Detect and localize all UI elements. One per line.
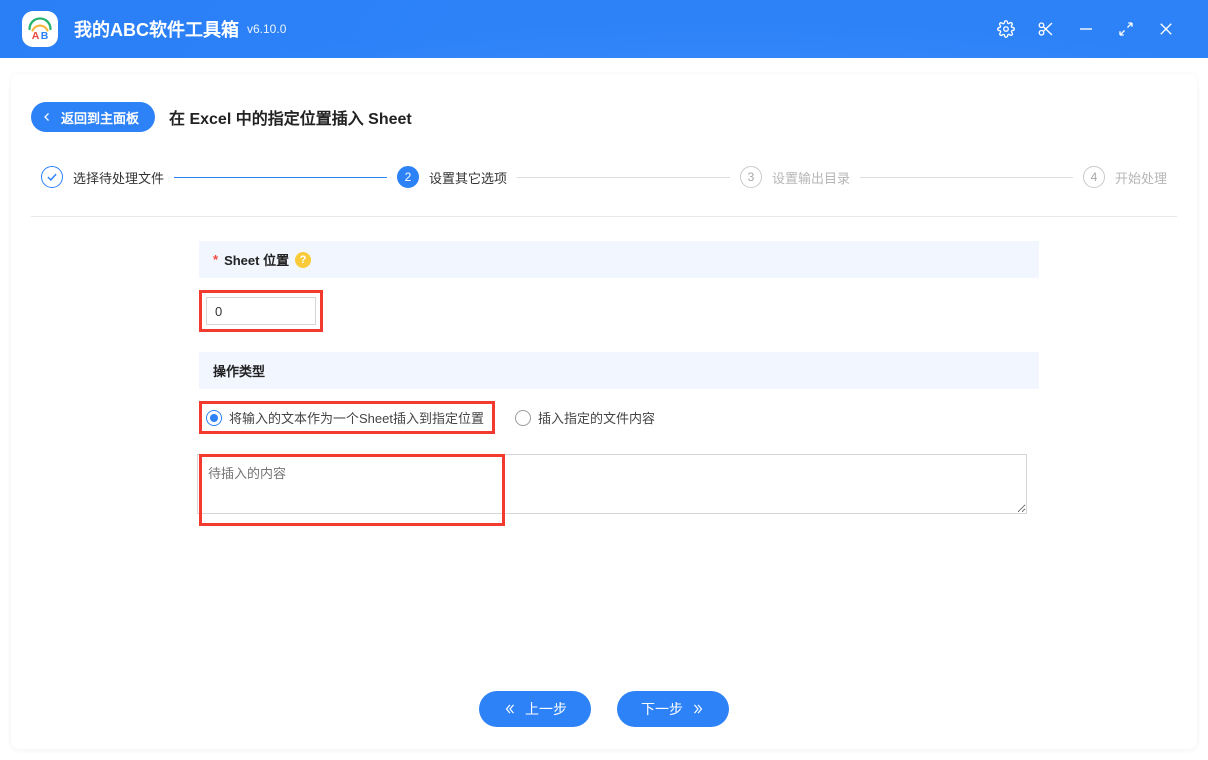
required-marker: * — [213, 252, 218, 267]
app-title: 我的ABC软件工具箱 — [74, 16, 239, 42]
radio-option-insert-text[interactable]: 将输入的文本作为一个Sheet插入到指定位置 — [206, 408, 484, 427]
step-number: 4 — [1083, 166, 1105, 188]
step-connector — [517, 177, 730, 178]
back-button-label: 返回到主面板 — [61, 108, 139, 127]
step-number: 2 — [397, 166, 419, 188]
prev-button-label: 上一步 — [525, 699, 567, 719]
section-label: Sheet 位置 — [224, 250, 289, 269]
radio-label: 将输入的文本作为一个Sheet插入到指定位置 — [229, 408, 484, 427]
step-number: 3 — [740, 166, 762, 188]
app-version: v6.10.0 — [247, 22, 286, 36]
maximize-icon — [1117, 20, 1135, 38]
radio-label: 插入指定的文件内容 — [538, 408, 655, 427]
step-3: 3 设置输出目录 — [740, 166, 850, 188]
breadcrumb: 返回到主面板 在 Excel 中的指定位置插入 Sheet — [31, 102, 1177, 132]
page-title: 在 Excel 中的指定位置插入 Sheet — [169, 105, 412, 129]
stepper: 选择待处理文件 2 设置其它选项 3 设置输出目录 4 开始处理 — [41, 166, 1167, 188]
step-label: 设置输出目录 — [772, 168, 850, 187]
scissors-icon — [1037, 20, 1055, 38]
gear-icon — [997, 20, 1015, 38]
section-label: 操作类型 — [213, 361, 265, 380]
step-4: 4 开始处理 — [1083, 166, 1167, 188]
step-1: 选择待处理文件 — [41, 166, 164, 188]
minimize-button[interactable] — [1066, 9, 1106, 49]
minimize-icon — [1077, 20, 1095, 38]
app-logo: A B — [22, 11, 58, 47]
scissors-button[interactable] — [1026, 9, 1066, 49]
svg-text:B: B — [41, 30, 49, 42]
step-label: 开始处理 — [1115, 168, 1167, 187]
section-header-operation-type: 操作类型 — [199, 352, 1039, 389]
app-window: A B 我的ABC软件工具箱 v6.10.0 返回到主面板 — [0, 0, 1208, 760]
step-connector — [860, 177, 1073, 178]
close-button[interactable] — [1146, 9, 1186, 49]
chevron-double-left-icon — [503, 702, 517, 716]
next-button[interactable]: 下一步 — [617, 691, 729, 727]
section-header-sheet-position: * Sheet 位置 ? — [199, 241, 1039, 278]
main-card: 返回到主面板 在 Excel 中的指定位置插入 Sheet 选择待处理文件 2 … — [11, 74, 1197, 749]
svg-text:A: A — [32, 30, 40, 42]
step-label: 选择待处理文件 — [73, 168, 164, 187]
chevron-double-right-icon — [691, 702, 705, 716]
footer-nav: 上一步 下一步 — [31, 683, 1177, 727]
insert-content-textarea[interactable] — [197, 454, 1027, 514]
textarea-container — [199, 454, 1039, 519]
title-bar: A B 我的ABC软件工具箱 v6.10.0 — [0, 0, 1208, 58]
radio-icon — [515, 410, 531, 426]
radio-icon — [206, 410, 222, 426]
highlight-box — [199, 290, 323, 332]
check-icon — [41, 166, 63, 188]
sheet-position-input[interactable] — [206, 297, 316, 325]
step-connector — [174, 177, 387, 178]
chevron-left-icon — [41, 111, 53, 123]
step-2: 2 设置其它选项 — [397, 166, 507, 188]
close-icon — [1157, 20, 1175, 38]
radio-option-insert-file[interactable]: 插入指定的文件内容 — [515, 408, 655, 427]
next-button-label: 下一步 — [641, 699, 683, 719]
maximize-button[interactable] — [1106, 9, 1146, 49]
prev-button[interactable]: 上一步 — [479, 691, 591, 727]
settings-button[interactable] — [986, 9, 1026, 49]
hint-icon[interactable]: ? — [295, 252, 311, 268]
form-content: * Sheet 位置 ? 操作类型 将输入的文本作为一个Sheet插入到指定位置 — [31, 217, 1177, 683]
radio-group: 将输入的文本作为一个Sheet插入到指定位置 插入指定的文件内容 — [199, 401, 1039, 434]
back-button[interactable]: 返回到主面板 — [31, 102, 155, 132]
step-label: 设置其它选项 — [429, 168, 507, 187]
highlight-box: 将输入的文本作为一个Sheet插入到指定位置 — [199, 401, 495, 434]
